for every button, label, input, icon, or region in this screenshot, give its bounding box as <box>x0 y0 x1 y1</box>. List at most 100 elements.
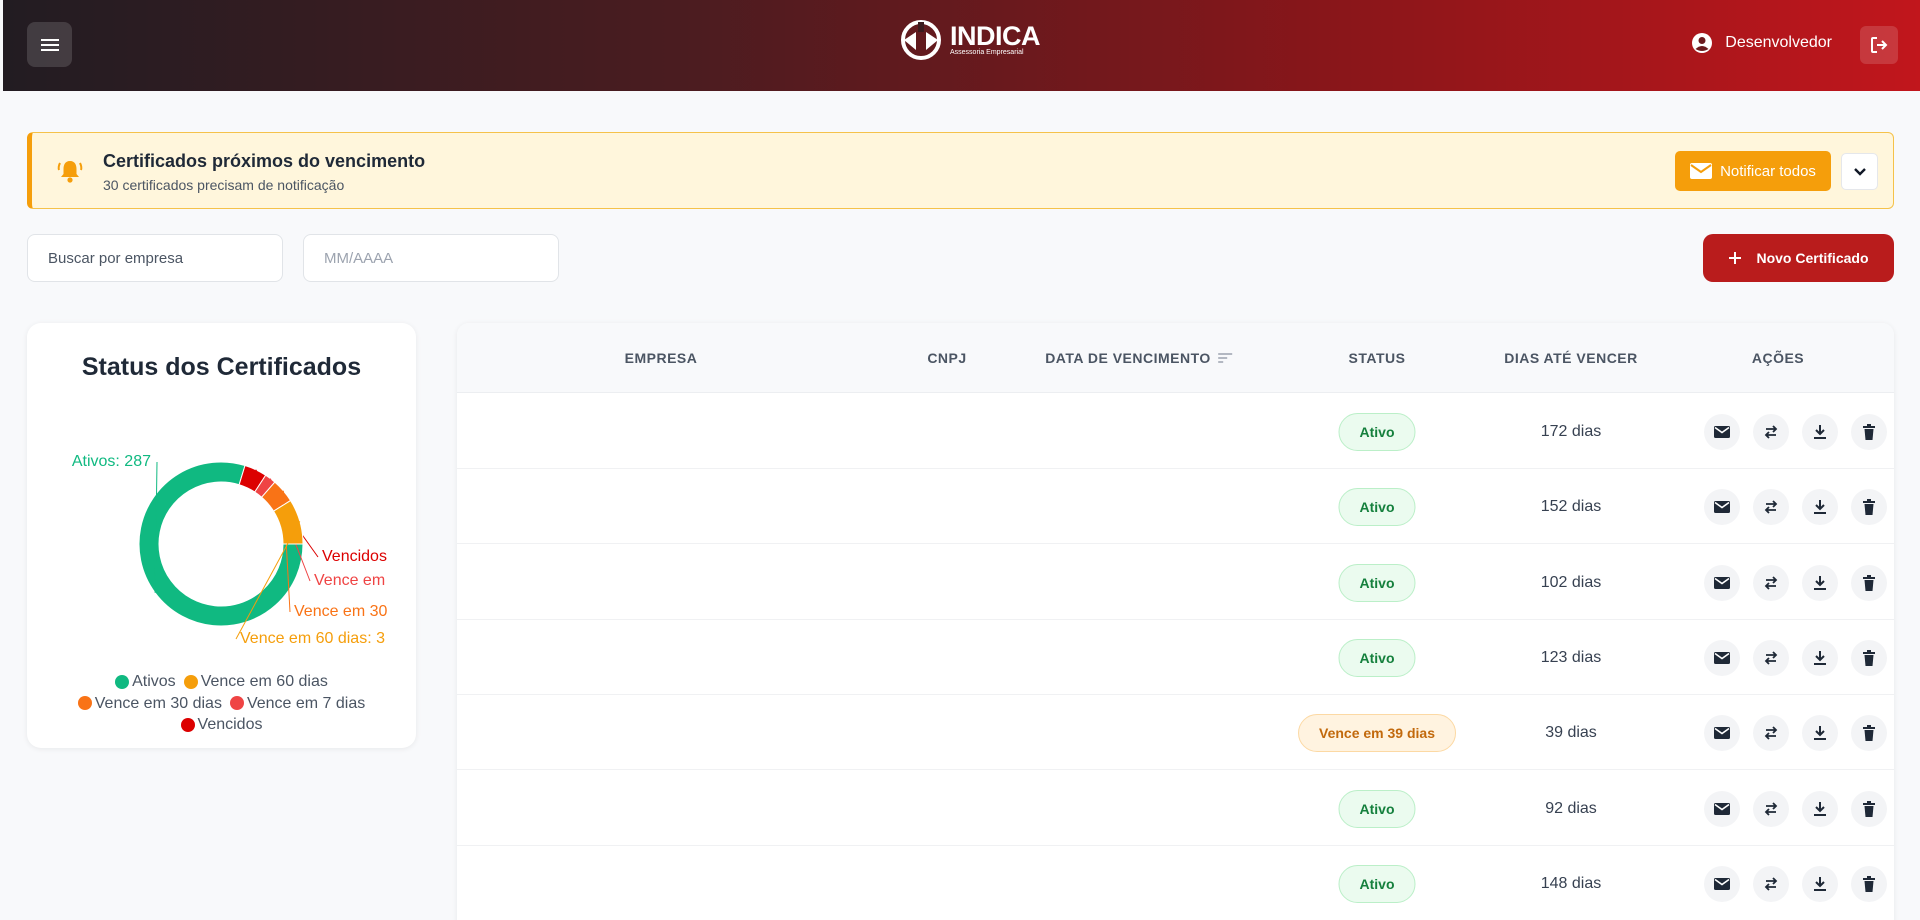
status-chart-card: Status dos Certificados Ativos: 287 Venci… <box>27 323 416 748</box>
delete-button[interactable] <box>1851 414 1887 450</box>
legend-item-ativos[interactable]: Ativos <box>115 672 176 691</box>
mail-icon <box>1714 802 1730 815</box>
renew-button[interactable] <box>1753 639 1789 676</box>
col-empresa[interactable]: EMPRESA <box>625 350 698 366</box>
delete-icon <box>1863 424 1875 440</box>
table-row[interactable]: Ativo 92 dias <box>457 771 1894 846</box>
status-badge: Ativo <box>1338 488 1416 527</box>
status-badge: Ativo <box>1338 563 1416 602</box>
legend-item-vencidos[interactable]: Vencidos <box>180 715 262 734</box>
renew-icon <box>1764 801 1778 816</box>
renew-icon <box>1764 726 1778 740</box>
renew-button[interactable] <box>1753 865 1789 902</box>
delete-button[interactable] <box>1851 715 1887 752</box>
mail-icon <box>1690 163 1713 179</box>
table-row[interactable]: Ativo 123 dias <box>457 620 1894 695</box>
renew-button[interactable] <box>1753 414 1789 450</box>
mail-icon <box>1714 727 1730 740</box>
hamburger-icon <box>40 38 59 51</box>
logout-button[interactable] <box>1860 26 1898 64</box>
table-row[interactable]: Vence em 39 dias 39 dias <box>457 695 1894 771</box>
delete-icon <box>1863 800 1875 817</box>
company-search-input[interactable] <box>27 234 283 282</box>
legend-dot <box>183 674 198 689</box>
download-button[interactable] <box>1802 489 1838 526</box>
download-button[interactable] <box>1802 715 1838 752</box>
download-icon <box>1814 726 1826 741</box>
delete-button[interactable] <box>1851 865 1887 902</box>
delete-icon <box>1863 574 1875 591</box>
mail-button[interactable] <box>1704 564 1740 601</box>
legend-label: Vence em 7 dias <box>246 694 366 712</box>
mail-button[interactable] <box>1704 715 1740 752</box>
renew-button[interactable] <box>1753 715 1789 752</box>
menu-button[interactable] <box>27 22 72 67</box>
table-row[interactable]: Ativo 148 dias <box>457 846 1894 920</box>
days-remaining: 172 dias <box>1540 423 1602 440</box>
col-status[interactable]: STATUS <box>1349 350 1406 366</box>
logo-text: INDICA <box>950 21 1041 51</box>
data-label-3: Vence em 30 <box>294 603 388 620</box>
alert-subtitle: 30 certificados precisam de notificação <box>103 177 345 193</box>
mail-icon <box>1714 576 1730 589</box>
delete-button[interactable] <box>1851 790 1887 827</box>
mail-icon <box>1714 501 1730 514</box>
mail-button[interactable] <box>1704 790 1740 827</box>
download-icon <box>1814 801 1826 816</box>
expiry-alert: Certificados próximos do vencimento 30 c… <box>27 132 1894 209</box>
renew-icon <box>1764 651 1778 665</box>
chevron-down-icon <box>1853 167 1866 176</box>
data-label-0: Ativos: 287 <box>72 453 151 470</box>
col-acoes: AÇÕES <box>1751 350 1805 366</box>
col-dias-ate-vencer[interactable]: DIAS ATÉ VENCER <box>1504 350 1638 366</box>
alert-expand-button[interactable] <box>1841 153 1878 190</box>
status-badge: Ativo <box>1338 638 1416 677</box>
download-button[interactable] <box>1802 865 1838 902</box>
delete-icon <box>1863 499 1875 516</box>
delete-button[interactable] <box>1851 489 1887 526</box>
mail-button[interactable] <box>1704 865 1740 902</box>
days-remaining: 39 dias <box>1545 724 1597 742</box>
app-logo: INDICA Assessoria Empresarial <box>898 20 1041 60</box>
new-certificate-button[interactable]: Novo Certificado <box>1703 234 1894 282</box>
download-button[interactable] <box>1802 790 1838 827</box>
delete-icon <box>1863 649 1875 666</box>
legend-item-vence-em-30-dias[interactable]: Vence em 30 dias <box>77 694 222 713</box>
renew-button[interactable] <box>1753 489 1789 526</box>
data-label-2: Vence em <box>314 572 385 589</box>
delete-icon <box>1863 725 1875 742</box>
download-button[interactable] <box>1802 414 1838 450</box>
status-badge: Vence em 39 dias <box>1298 714 1456 753</box>
legend-dot <box>229 696 244 710</box>
data-label-4: Vence em 60 dias: 3 <box>240 630 385 647</box>
delete-button[interactable] <box>1851 639 1887 676</box>
user-name: Desenvolvedor <box>1725 34 1832 51</box>
days-remaining: 123 dias <box>1540 648 1602 666</box>
notify-all-button[interactable]: Notificar todos <box>1675 151 1831 191</box>
renew-button[interactable] <box>1753 790 1789 827</box>
table-row[interactable]: Ativo 152 dias <box>457 469 1894 545</box>
renew-icon <box>1764 575 1778 590</box>
table-row[interactable]: Ativo 172 dias <box>457 394 1894 469</box>
mail-button[interactable] <box>1704 639 1740 676</box>
chart-legend: Ativos Vence em 60 dias Vence em 30 dias Ve… <box>27 672 416 737</box>
mail-button[interactable] <box>1704 489 1740 526</box>
renew-icon <box>1764 425 1778 439</box>
download-icon <box>1814 575 1826 590</box>
legend-item-vence-em-60-dias[interactable]: Vence em 60 dias <box>183 672 328 691</box>
delete-button[interactable] <box>1851 564 1887 601</box>
renew-button[interactable] <box>1753 564 1789 601</box>
mail-button[interactable] <box>1704 414 1740 450</box>
download-button[interactable] <box>1802 564 1838 601</box>
new-certificate-label: Novo Certificado <box>1756 250 1869 266</box>
status-badge: Ativo <box>1338 864 1416 903</box>
user-menu[interactable]: Desenvolvedor <box>1691 32 1832 54</box>
month-year-filter-input[interactable] <box>303 234 559 282</box>
table-row[interactable]: Ativo 102 dias <box>457 545 1894 620</box>
col-data-vencimento-label: DATA DE VENCIMENTO <box>1045 350 1211 366</box>
mail-icon <box>1714 651 1730 664</box>
col-data-vencimento[interactable]: DATA DE VENCIMENTO <box>1045 350 1233 366</box>
col-cnpj[interactable]: CNPJ <box>927 350 966 366</box>
download-button[interactable] <box>1802 639 1838 676</box>
legend-item-vence-em-7-dias[interactable]: Vence em 7 dias <box>229 694 366 713</box>
